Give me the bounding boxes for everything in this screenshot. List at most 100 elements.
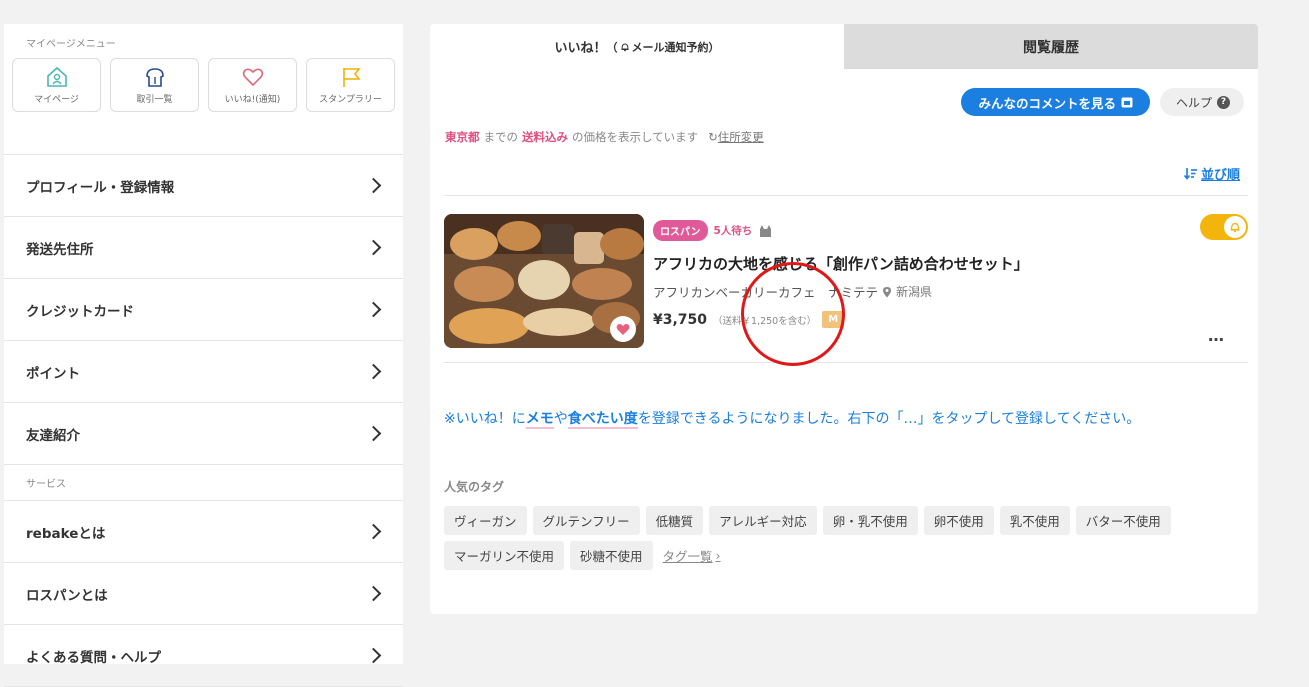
quick-mypage-label: マイページ (34, 94, 79, 105)
sidebar-item-label: よくある質問・ヘルプ (26, 649, 161, 666)
shop-prefecture: 新潟県 (896, 285, 933, 299)
chevron-right-icon: › (715, 548, 721, 563)
tag-chip[interactable]: 卵不使用 (923, 506, 994, 535)
sidebar-item-profile[interactable]: プロフィール・登録情報 (4, 155, 403, 217)
product-info: ロスパン 5人待ち アフリカの大地を感じる「創作パン詰め合わせセット」 アフリカ… (653, 220, 1029, 328)
tag-chip[interactable]: 低糖質 (645, 506, 704, 535)
quick-likes-button[interactable]: いいね!(通知) (208, 58, 297, 112)
home-icon (46, 66, 67, 87)
toggle-knob (1224, 216, 1246, 238)
change-address-label: 住所変更 (717, 130, 764, 144)
chevron-right-icon (365, 239, 382, 256)
bread-icon (145, 67, 164, 87)
shop-name[interactable]: アフリカンベーカリーカフェ ナミテテ (653, 282, 878, 301)
losspan-badge: ロスパン (653, 220, 708, 241)
sort-icon (1183, 168, 1197, 180)
chevron-right-icon (365, 523, 382, 540)
paren-open: （ (606, 40, 618, 54)
bell-icon (1230, 222, 1240, 233)
price-row: ¥3,750 （送料￥1,250を含む） M (653, 311, 1029, 328)
more-options-button[interactable]: … (1208, 326, 1226, 345)
heart-icon (616, 323, 630, 335)
notice-made: までの (483, 130, 519, 144)
sidebar-item-label: 友達紹介 (26, 427, 80, 444)
quick-stamp-rally-label: スタンプラリー (319, 94, 382, 105)
see-comments-label: みんなのコメントを見る (978, 95, 1116, 111)
tag-chip[interactable]: 卵・乳不使用 (822, 506, 918, 535)
popular-tags-heading: 人気のタグ (444, 480, 505, 494)
tag-chip[interactable]: ヴィーガン (444, 506, 527, 535)
sidebar-item-label: rebakeとは (26, 525, 106, 542)
product-image[interactable] (444, 214, 644, 348)
chevron-right-icon (365, 647, 382, 664)
tab-history[interactable]: 閲覧履歴 (844, 24, 1258, 69)
tag-list-link[interactable]: タグ一覧 › (659, 541, 725, 570)
chevron-right-icon (365, 301, 382, 318)
action-row: みんなのコメントを見る ヘルプ ? (961, 88, 1244, 116)
tag-chip[interactable]: グルテンフリー (532, 506, 640, 535)
paren-close: ） (708, 40, 720, 54)
info-part2: や (553, 411, 568, 427)
location-pin-icon (883, 286, 892, 297)
quick-transactions-button[interactable]: 取引一覧 (110, 58, 199, 112)
sort-link[interactable]: 並び順 (1183, 164, 1240, 183)
product-title[interactable]: アフリカの大地を感じる「創作パン詰め合わせセット」 (653, 253, 1029, 274)
info-part1: ※いいね！に (444, 411, 526, 427)
chevron-right-icon (365, 425, 382, 442)
sidebar-item-credit-card[interactable]: クレジットカード (4, 279, 403, 341)
sidebar-item-label: クレジットカード (26, 303, 134, 320)
tab-likes-sub: （ メール通知予約 ） (607, 39, 720, 55)
shipping-included: （送料￥1,250を含む） (713, 315, 817, 327)
tab-likes[interactable]: いいね！ （ メール通知予約 ） (430, 24, 844, 69)
sidebar-item-label: 発送先住所 (26, 241, 94, 258)
sidebar-item-about-losspan[interactable]: ロスパンとは (4, 563, 403, 625)
notice-prefecture: 東京都 (445, 130, 480, 144)
tag-chip[interactable]: マーガリン不使用 (444, 541, 565, 570)
help-button[interactable]: ヘルプ ? (1159, 88, 1244, 116)
tab-history-label: 閲覧履歴 (1023, 39, 1079, 56)
sidebar-item-label: ポイント (26, 365, 80, 382)
quick-menu: マイページ 取引一覧 いいね!(通知) スタンプラリー (4, 48, 403, 155)
cat-icon (760, 224, 772, 237)
refresh-icon: ↻ (708, 130, 718, 144)
sort-label: 並び順 (1200, 168, 1240, 183)
product-price: ¥3,750 (653, 311, 708, 328)
services-heading: サービス (4, 465, 403, 501)
sidebar-item-label: プロフィール・登録情報 (26, 179, 175, 196)
sidebar-item-label: ロスパンとは (26, 587, 108, 604)
tag-chip[interactable]: バター不使用 (1075, 506, 1171, 535)
notice-rest: の価格を表示しています (572, 130, 699, 144)
info-memo: メモ (525, 411, 554, 429)
tab-bar: いいね！ （ メール通知予約 ） 閲覧履歴 (430, 24, 1258, 69)
sidebar-heading: マイページメニュー (26, 39, 116, 50)
tab-likes-label: いいね！ (554, 41, 607, 56)
sidebar-item-points[interactable]: ポイント (4, 341, 403, 403)
quick-mypage-button[interactable]: マイページ (12, 58, 101, 112)
tag-chip[interactable]: 乳不使用 (999, 506, 1070, 535)
see-comments-button[interactable]: みんなのコメントを見る (961, 88, 1150, 116)
product-card[interactable]: ロスパン 5人待ち アフリカの大地を感じる「創作パン詰め合わせセット」 アフリカ… (444, 214, 1248, 348)
tag-chip[interactable]: アレルギー対応 (709, 506, 817, 535)
flag-icon (342, 67, 361, 87)
price-notice: 東京都 までの 送料込み の価格を表示しています ↻住所変更 (445, 129, 764, 145)
tag-chip[interactable]: 砂糖不使用 (570, 541, 653, 570)
quick-stamp-rally-button[interactable]: スタンプラリー (306, 58, 395, 112)
sidebar-item-about-rebake[interactable]: rebakeとは (4, 501, 403, 563)
change-address-link[interactable]: ↻住所変更 (708, 129, 764, 145)
notice-shipping: 送料込み (522, 130, 568, 144)
favorite-button[interactable] (610, 316, 636, 342)
sidebar: マイページメニュー マイページ 取引一覧 いいね!(通知) スタンプラリー プロ… (4, 24, 403, 687)
tag-cloud: ヴィーガン グルテンフリー 低糖質 アレルギー対応 卵・乳不使用 卵不使用 乳不… (444, 506, 1244, 570)
sidebar-item-referral[interactable]: 友達紹介 (4, 403, 403, 465)
question-icon: ? (1217, 95, 1230, 109)
sidebar-item-faq[interactable]: よくある質問・ヘルプ (4, 625, 403, 687)
heart-icon (242, 68, 263, 86)
notification-toggle[interactable] (1200, 214, 1248, 240)
shop-row: アフリカンベーカリーカフェ ナミテテ 新潟県 (653, 282, 1029, 301)
quick-transactions-label: 取引一覧 (136, 94, 173, 105)
size-badge: M (822, 311, 845, 328)
product-tag-row: ロスパン 5人待ち (653, 220, 1029, 241)
sidebar-item-shipping-address[interactable]: 発送先住所 (4, 217, 403, 279)
waiting-count: 5人待ち (713, 225, 753, 237)
chevron-right-icon (365, 177, 382, 194)
